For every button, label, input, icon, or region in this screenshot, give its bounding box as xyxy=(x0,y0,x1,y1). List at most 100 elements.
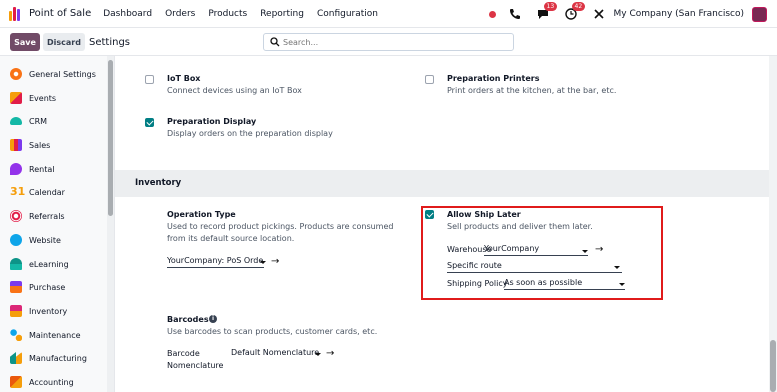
menu-reporting[interactable]: Reporting xyxy=(260,9,304,19)
main-scrollbar[interactable] xyxy=(769,56,777,392)
sidebar-item-label: Inventory xyxy=(29,306,68,316)
sidebar-item-elearning[interactable]: eLearning xyxy=(0,254,106,274)
sidebar-item-rental[interactable]: Rental xyxy=(0,159,106,179)
iot-box-checkbox[interactable] xyxy=(145,75,154,84)
discard-button[interactable]: Discard xyxy=(43,33,85,51)
preparation-printers-title: Preparation Printers xyxy=(447,74,540,83)
sidebar-item-label: General Settings xyxy=(29,69,96,79)
save-button[interactable]: Save xyxy=(10,33,40,51)
sidebar-item-referrals[interactable]: Referrals xyxy=(0,206,106,226)
preparation-display-description: Display orders on the preparation displa… xyxy=(167,129,333,138)
crm-icon xyxy=(10,117,22,125)
purchase-icon xyxy=(10,281,22,293)
sidebar-item-label: eLearning xyxy=(29,259,69,269)
app-name[interactable]: Point of Sale xyxy=(29,8,91,19)
chevron-down-icon xyxy=(260,261,266,264)
menu-orders[interactable]: Orders xyxy=(165,9,195,19)
status-dot-icon[interactable] xyxy=(488,10,496,18)
operation-type-value: YourCompany: PoS Orde xyxy=(167,256,264,265)
sidebar-item-label: Maintenance xyxy=(29,330,81,340)
page-title: Settings xyxy=(89,37,131,48)
sidebar-item-label: Sales xyxy=(29,140,51,150)
activity-badge: 42 xyxy=(571,2,586,11)
internal-link-arrow-icon[interactable]: → xyxy=(271,257,279,267)
company-switcher[interactable]: My Company (San Francisco) xyxy=(614,9,744,19)
barcodes-description: Use barcodes to scan products, customer … xyxy=(167,327,378,336)
operation-type-description: Used to record product pickings. Product… xyxy=(167,222,394,243)
inventory-section-title: Inventory xyxy=(135,178,182,188)
menu-dashboard[interactable]: Dashboard xyxy=(103,9,152,19)
manufacturing-icon xyxy=(10,352,22,364)
operation-type-select[interactable]: YourCompany: PoS Orde xyxy=(167,256,264,268)
sidebar-item-website[interactable]: Website xyxy=(0,230,106,250)
chat-icon[interactable]: 13 xyxy=(536,2,558,21)
sidebar-item-label: Website xyxy=(29,235,61,245)
calendar-icon: 31 xyxy=(10,185,26,198)
barcode-nomenclature-label-line1: Barcode xyxy=(167,349,200,358)
barcodes-title: Barcodes xyxy=(167,315,209,324)
point-of-sale-logo-icon[interactable] xyxy=(9,6,23,21)
sidebar-item-label: Purchase xyxy=(29,282,66,292)
control-panel: Save Discard Settings xyxy=(0,28,777,56)
referrals-icon xyxy=(10,210,22,222)
tools-icon[interactable] xyxy=(592,7,606,21)
menu-configuration[interactable]: Configuration xyxy=(317,9,378,19)
main-scroll-thumb[interactable] xyxy=(770,340,776,392)
menu-products[interactable]: Products xyxy=(208,9,247,19)
maintenance-icon xyxy=(10,329,22,341)
sidebar-item-maintenance[interactable]: Maintenance xyxy=(0,325,106,345)
preparation-display-checkbox[interactable] xyxy=(145,118,154,127)
navbar-systray: 13 42 My Company (San Francisco) xyxy=(488,0,767,28)
info-icon[interactable]: i xyxy=(209,315,217,323)
general-settings-icon xyxy=(10,68,22,80)
activity-clock-icon[interactable]: 42 xyxy=(564,2,586,21)
sidebar-item-label: CRM xyxy=(29,116,48,126)
preparation-printers-description: Print orders at the kitchen, at the bar,… xyxy=(447,86,617,95)
sidebar-item-calendar[interactable]: 31 Calendar xyxy=(0,182,106,202)
settings-sidebar: General Settings Events CRM Sales Rental… xyxy=(0,56,115,392)
sidebar-scroll-thumb[interactable] xyxy=(108,60,113,216)
sales-icon xyxy=(10,139,22,151)
chevron-down-icon xyxy=(315,353,321,356)
accounting-icon xyxy=(10,376,22,388)
barcode-nomenclature-label-line2: Nomenclature xyxy=(167,361,224,370)
sidebar-scrollbar[interactable] xyxy=(107,56,114,392)
iot-box-title: IoT Box xyxy=(167,74,201,83)
sidebar-item-label: Manufacturing xyxy=(29,353,87,363)
sidebar-item-accounting[interactable]: Accounting xyxy=(0,372,106,392)
sidebar-item-manufacturing[interactable]: Manufacturing xyxy=(0,348,106,368)
search-input[interactable] xyxy=(283,36,503,48)
phone-icon[interactable] xyxy=(508,7,522,21)
barcode-nomenclature-value: Default Nomenclature xyxy=(231,348,320,357)
elearning-icon xyxy=(10,258,22,270)
highlight-box xyxy=(421,206,663,300)
sidebar-item-label: Referrals xyxy=(29,211,65,221)
sidebar-item-label: Calendar xyxy=(29,187,65,197)
sidebar-item-events[interactable]: Events xyxy=(0,88,106,108)
sidebar-item-purchase[interactable]: Purchase xyxy=(0,277,106,297)
operation-type-title: Operation Type xyxy=(167,210,236,219)
sidebar-item-label: Events xyxy=(29,93,57,103)
inventory-icon xyxy=(10,305,22,317)
iot-box-description: Connect devices using an IoT Box xyxy=(167,86,302,95)
search-bar[interactable] xyxy=(263,33,514,51)
sidebar-item-general-settings[interactable]: General Settings xyxy=(0,64,106,84)
sidebar-item-label: Rental xyxy=(29,164,55,174)
rental-icon xyxy=(10,163,22,175)
sidebar-item-label: Accounting xyxy=(29,377,74,387)
sidebar-item-inventory[interactable]: Inventory xyxy=(0,301,106,321)
events-icon xyxy=(10,92,22,104)
inventory-section-header: Inventory xyxy=(115,170,769,197)
settings-main: IoT Box Connect devices using an IoT Box… xyxy=(115,56,777,392)
search-icon xyxy=(270,37,280,47)
preparation-printers-checkbox[interactable] xyxy=(425,75,434,84)
chat-badge: 13 xyxy=(543,2,558,11)
sidebar-item-crm[interactable]: CRM xyxy=(0,111,106,131)
top-navbar: Point of Sale Dashboard Orders Products … xyxy=(0,0,777,28)
sidebar-item-sales[interactable]: Sales xyxy=(0,135,106,155)
preparation-display-title: Preparation Display xyxy=(167,117,257,126)
internal-link-arrow-icon[interactable]: → xyxy=(326,349,334,359)
website-icon xyxy=(10,234,22,246)
barcode-nomenclature-select[interactable]: Default Nomenclature xyxy=(231,348,321,360)
user-avatar[interactable] xyxy=(752,6,767,22)
